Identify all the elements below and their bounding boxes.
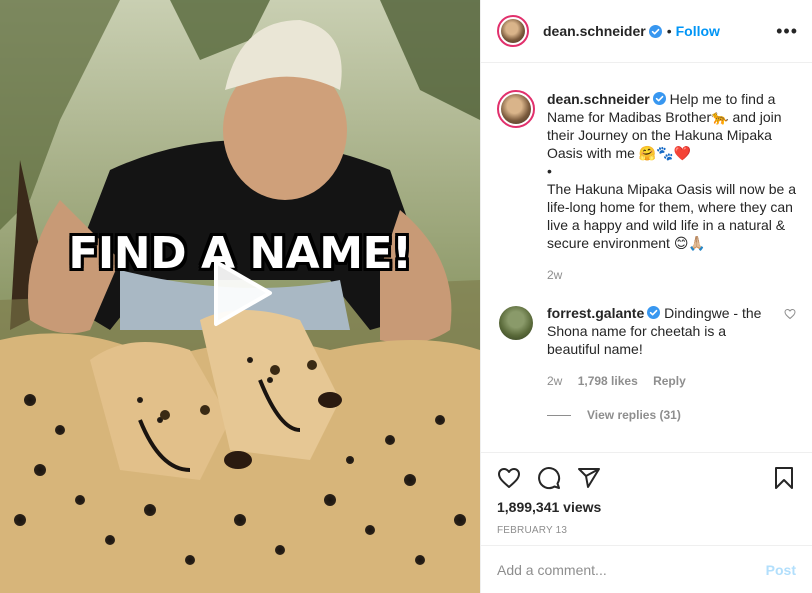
more-options-icon[interactable]: •••: [776, 22, 798, 40]
add-comment-bar: Post: [481, 545, 812, 593]
post-header: dean.schneider • Follow •••: [481, 0, 812, 63]
view-replies-label[interactable]: View replies (31): [587, 408, 681, 422]
post-date[interactable]: February 13: [497, 525, 796, 536]
replies-divider: [547, 414, 571, 416]
post-sidebar: dean.schneider • Follow ••• dean.schneid…: [480, 0, 812, 593]
verified-icon: [648, 24, 662, 38]
reply-button[interactable]: Reply: [653, 374, 686, 388]
avatar[interactable]: [497, 15, 529, 47]
follow-button[interactable]: Follow: [676, 23, 720, 39]
heart-icon[interactable]: [497, 466, 521, 490]
avatar[interactable]: [497, 90, 535, 128]
verified-icon: [647, 306, 661, 319]
instagram-post: FIND A NAME! dean.schneider • Follow •••…: [0, 0, 812, 593]
header-username[interactable]: dean.schneider: [543, 23, 646, 39]
separator-dot: •: [666, 23, 672, 39]
post-media-video[interactable]: FIND A NAME!: [0, 0, 480, 593]
verified-icon: [652, 92, 666, 105]
comment-time[interactable]: 2w: [547, 374, 562, 388]
view-replies[interactable]: View replies (31): [547, 408, 796, 422]
comment-like-heart-icon[interactable]: [784, 308, 796, 320]
bookmark-icon[interactable]: [772, 466, 796, 490]
caption-text-2: The Hakuna Mipaka Oasis will now be a li…: [547, 181, 797, 251]
caption-username[interactable]: dean.schneider: [547, 91, 650, 107]
comments-list: dean.schneider Help me to find a Name fo…: [481, 64, 812, 452]
avatar[interactable]: [497, 304, 535, 342]
post-actions: 1,899,341 views February 13: [481, 452, 812, 536]
caption: dean.schneider Help me to find a Name fo…: [497, 80, 796, 284]
caption-time[interactable]: 2w: [547, 268, 562, 282]
add-comment-input[interactable]: [497, 561, 766, 578]
play-icon[interactable]: [210, 258, 274, 328]
comment-username[interactable]: forrest.galante: [547, 305, 644, 321]
comment: forrest.galante Dindingwe - the Shona na…: [497, 294, 796, 390]
post-comment-button[interactable]: Post: [766, 562, 796, 578]
comment-likes[interactable]: 1,798 likes: [578, 374, 638, 388]
comment-icon[interactable]: [537, 466, 561, 490]
view-count[interactable]: 1,899,341 views: [497, 499, 796, 515]
caption-bullet: •: [547, 163, 552, 179]
share-icon[interactable]: [577, 466, 601, 490]
